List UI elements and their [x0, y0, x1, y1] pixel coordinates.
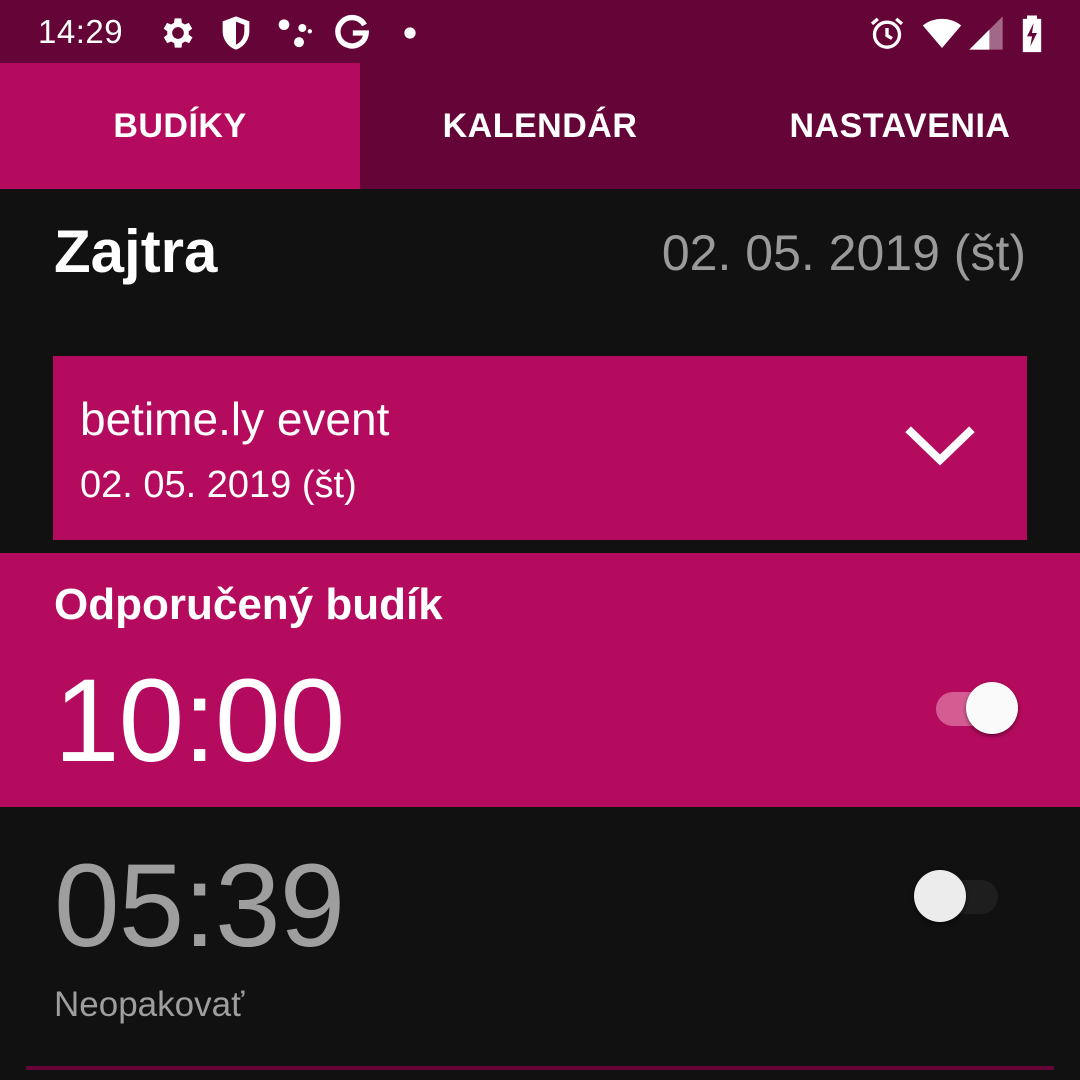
tab-bar: BUDÍKY KALENDÁR NASTAVENIA [0, 63, 1080, 189]
recommended-alarm-label: Odporučený budík [54, 580, 443, 629]
toggle-thumb [966, 682, 1018, 734]
status-time: 14:29 [38, 13, 124, 50]
dot-icon [390, 13, 430, 53]
shield-icon [216, 13, 256, 53]
assistant-dots-icon [274, 13, 314, 53]
tab-settings[interactable]: NASTAVENIA [720, 63, 1080, 189]
event-date: 02. 05. 2019 (št) [80, 464, 357, 506]
recommended-alarm-time[interactable]: 10:00 [54, 651, 345, 791]
day-title: Zajtra [54, 218, 218, 285]
event-card[interactable]: betime.ly event 02. 05. 2019 (št) [53, 356, 1027, 540]
tab-alarms[interactable]: BUDÍKY [0, 63, 360, 189]
recommended-alarm[interactable]: Odporučený budík 10:00 [0, 553, 1080, 807]
event-title: betime.ly event [80, 393, 390, 445]
status-bar: 14:29 [0, 0, 1080, 63]
alarm-repeat-label: Neopakovať [54, 985, 245, 1024]
divider [26, 1066, 1054, 1070]
recommended-alarm-toggle[interactable] [936, 680, 1020, 736]
signal-icon [966, 13, 1006, 53]
day-date: 02. 05. 2019 (št) [661, 225, 1026, 281]
chevron-down-icon[interactable] [905, 418, 975, 474]
wifi-icon [922, 13, 962, 53]
alarm-clock-icon [867, 13, 907, 53]
toggle-thumb [914, 870, 966, 922]
tab-calendar[interactable]: KALENDÁR [360, 63, 720, 189]
alarm-toggle[interactable] [914, 868, 998, 924]
battery-charging-icon [1012, 13, 1052, 53]
google-icon [332, 13, 372, 53]
alarm-time[interactable]: 05:39 [54, 836, 345, 976]
app-screen: 14:29 BUDÍKY KALENDÁR NASTAVENIA Zajtra … [0, 0, 1080, 1080]
settings-icon [158, 13, 198, 53]
